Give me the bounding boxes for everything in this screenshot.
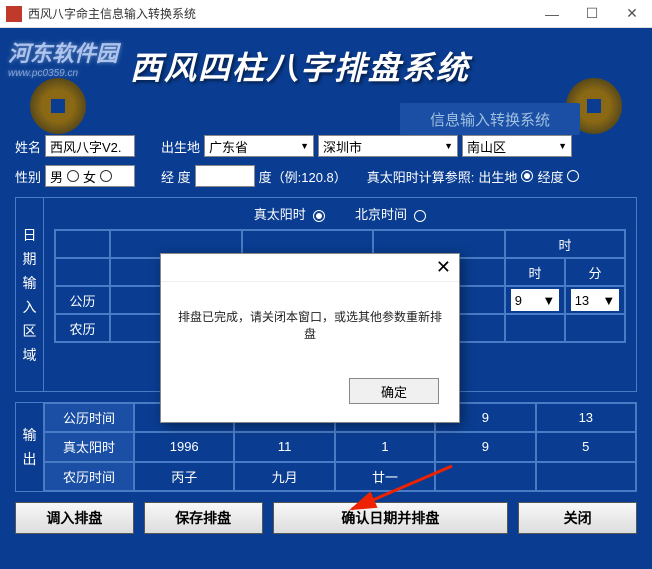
dialog-message: 排盘已完成，请关闭本窗口，或选其他参数重新排盘 [161,282,459,368]
gender-female-radio[interactable] [100,170,112,182]
chevron-down-icon: ▼ [558,141,567,151]
window-title: 西风八字命主信息输入转换系统 [28,5,532,22]
output-label: 输出 [16,403,44,491]
confirm-date-button[interactable]: 确认日期并排盘 [273,502,509,534]
minute-select[interactable]: 13▼ [571,289,620,311]
city-select[interactable]: 深圳市▼ [318,135,458,157]
beijing-time-radio[interactable] [414,210,426,222]
dialog-close-icon[interactable]: ✕ [436,257,451,278]
name-label: 姓名 [15,137,41,156]
load-chart-button[interactable]: 调入排盘 [15,502,134,534]
province-select[interactable]: 广东省▼ [204,135,314,157]
page-title: 西风四柱八字排盘系统 [130,43,470,89]
district-select[interactable]: 南山区▼ [462,135,572,157]
gender-label: 性别 [15,167,41,186]
maximize-button[interactable]: ☐ [572,0,612,28]
info-input-system-button[interactable]: 信息输入转换系统 [400,103,580,135]
app-icon [6,6,22,22]
true-solar-radio[interactable] [313,210,325,222]
suntime-ref-label: 真太阳时计算参照: [367,167,475,186]
minimize-button[interactable]: — [532,0,572,28]
coin-decoration-left [30,78,86,134]
longitude-hint: 度（例:120.8） [259,167,347,186]
ref-longitude-radio[interactable] [567,170,579,182]
longitude-input[interactable] [195,165,255,187]
save-chart-button[interactable]: 保存排盘 [144,502,263,534]
birthplace-label: 出生地 [161,137,200,156]
name-input[interactable] [45,135,135,157]
chevron-down-icon: ▼ [444,141,453,151]
gender-male-radio[interactable] [67,170,79,182]
chevron-down-icon: ▼ [300,141,309,151]
ref-birthplace-radio[interactable] [521,170,533,182]
longitude-label: 经 度 [161,167,191,186]
date-input-area-label: 日期输入区域 [16,198,44,391]
hour-select[interactable]: 9▼ [511,289,560,311]
close-button[interactable]: 关闭 [518,502,637,534]
dialog-ok-button[interactable]: 确定 [349,378,439,404]
message-dialog: ✕ 排盘已完成，请关闭本窗口，或选其他参数重新排盘 确定 [160,253,460,423]
close-window-button[interactable]: ✕ [612,0,652,28]
